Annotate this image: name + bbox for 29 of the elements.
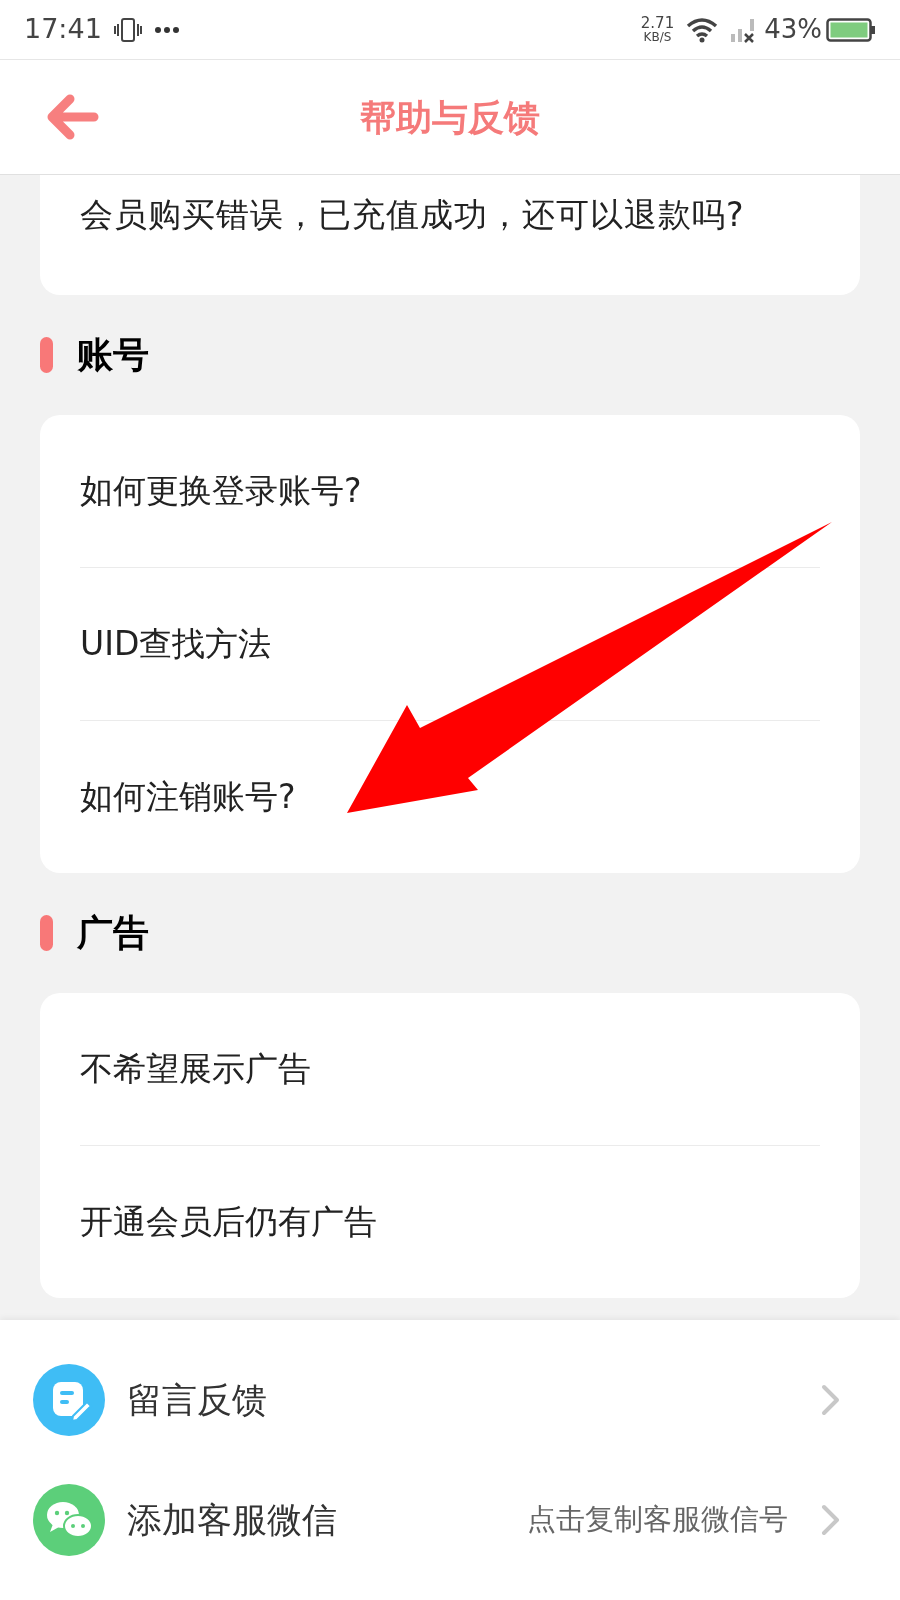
faq-item[interactable]: 如何更换登录账号?	[80, 415, 820, 567]
action-label: 留言反馈	[127, 1378, 267, 1422]
faq-item[interactable]: 不希望展示广告	[80, 993, 820, 1145]
net-speed: 2.71	[640, 16, 675, 31]
chevron-right-icon	[820, 1383, 842, 1417]
status-time: 17:41	[24, 12, 102, 47]
section-title: 账号	[77, 333, 149, 377]
chat-bubbles-icon	[33, 1484, 105, 1556]
action-row[interactable]: 添加客服微信 点击复制客服微信号	[0, 1484, 900, 1556]
section-marker	[40, 915, 53, 951]
battery-percent: 43%	[764, 13, 822, 46]
net-speed-unit: KB/S	[643, 31, 672, 43]
action-hint: 点击复制客服微信号	[527, 1501, 788, 1539]
vibrate-icon	[113, 16, 142, 43]
more-dots-icon	[153, 25, 180, 34]
no-signal-icon	[730, 16, 757, 43]
faq-item[interactable]: UID查找方法	[80, 568, 820, 720]
faq-item[interactable]: 开通会员后仍有广告	[80, 1146, 820, 1298]
note-pen-icon	[33, 1364, 105, 1436]
wifi-icon	[686, 16, 719, 43]
section-title: 广告	[77, 911, 149, 955]
battery-icon	[826, 16, 876, 43]
action-label: 添加客服微信	[127, 1498, 337, 1542]
page-title: 帮助与反馈	[360, 95, 540, 140]
action-row[interactable]: 留言反馈	[0, 1364, 900, 1436]
faq-item[interactable]: 如何注销账号?	[80, 721, 820, 873]
faq-item[interactable]: 会员购买错误，已充值成功，还可以退款吗?	[80, 175, 760, 295]
section-marker	[40, 337, 53, 373]
chevron-right-icon	[820, 1503, 842, 1537]
